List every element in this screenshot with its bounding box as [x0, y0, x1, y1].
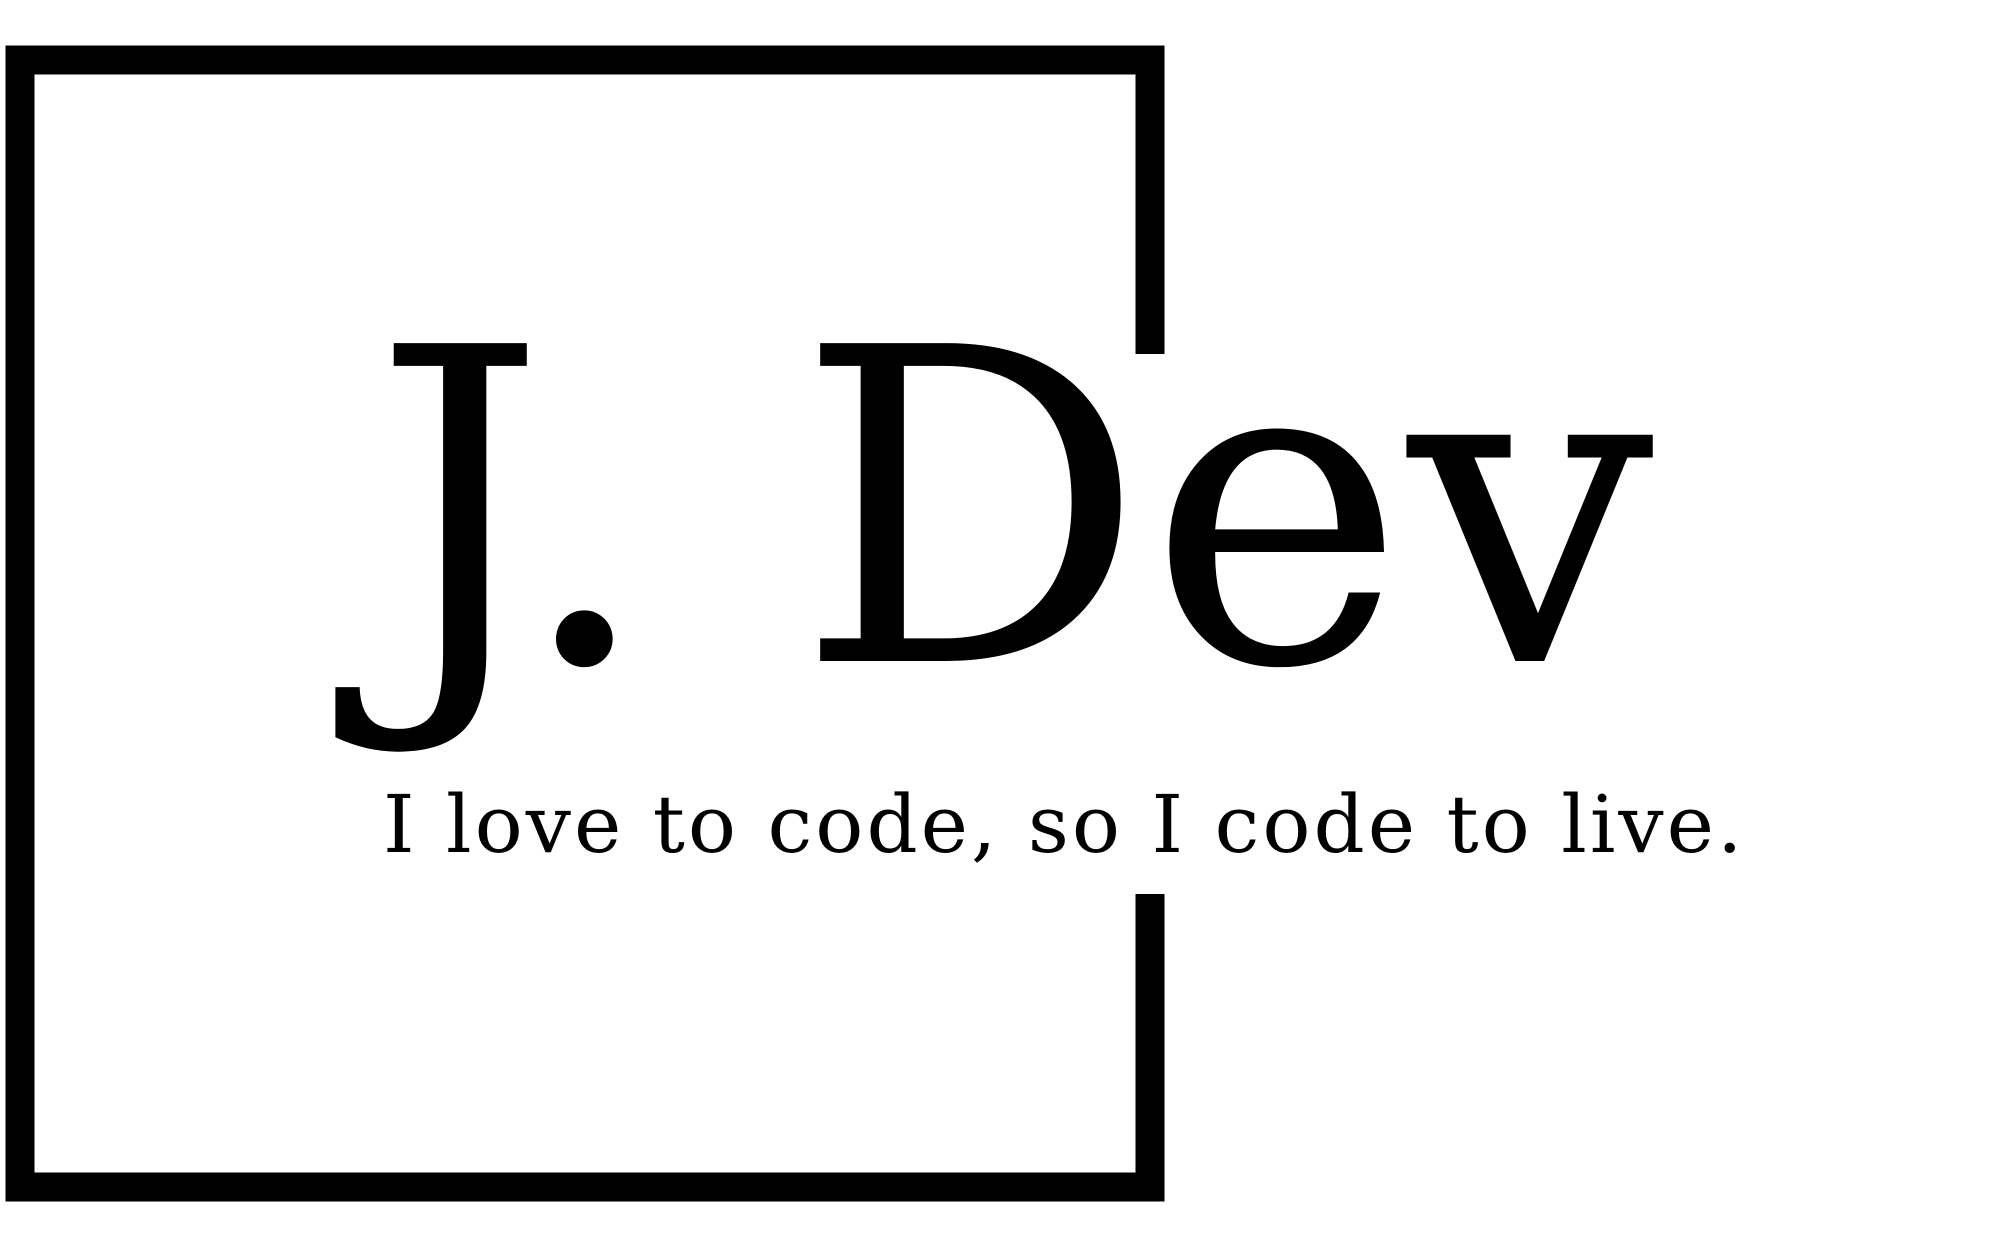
tagline: I love to code, so I code to live.	[383, 778, 1746, 871]
wordmark: J. Dev	[372, 256, 1657, 764]
logo: J. Dev I love to code, so I code to live…	[0, 0, 2000, 1247]
